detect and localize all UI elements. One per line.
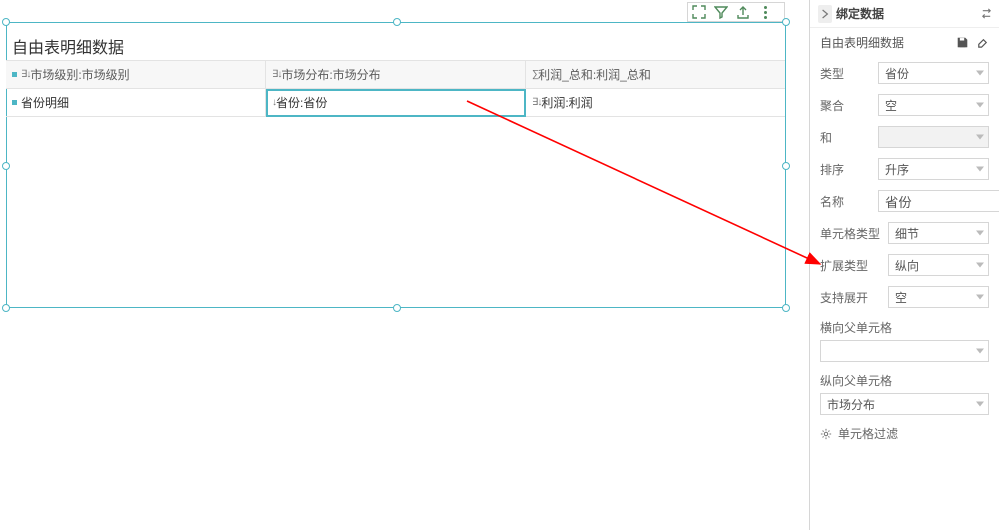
cell-a1-label: 省份明细 (21, 94, 69, 111)
cell-c1-label: 利润:利润 (541, 94, 592, 111)
resize-handle[interactable] (2, 162, 10, 170)
resize-handle[interactable] (782, 304, 790, 312)
resize-handle[interactable] (2, 18, 10, 26)
col-c-label: 利润_总和:利润_总和 (538, 66, 651, 83)
field-expandtype: 扩展类型 纵向 (810, 249, 999, 281)
panel-toolbar (687, 2, 785, 22)
expandtype-value: 纵向 (895, 257, 919, 274)
col-header-c[interactable]: ∑ 利润_总和:利润_总和 (526, 61, 785, 89)
expandtype-label: 扩展类型 (820, 257, 880, 274)
more-icon[interactable] (758, 5, 772, 19)
detail-marker-icon (12, 100, 17, 105)
export-icon[interactable] (736, 5, 750, 19)
save-icon[interactable] (955, 36, 969, 50)
sort-select[interactable]: 升序 (878, 158, 989, 180)
data-grid: ∃↓ 市场级别:市场级别 ∃↓ 市场分布:市场分布 ∑ 利润_总和:利润_总和 … (6, 60, 785, 117)
resize-handle[interactable] (2, 304, 10, 312)
cell-filter-label: 单元格过滤 (838, 425, 898, 442)
field-name: 名称 (810, 185, 999, 217)
resize-handle[interactable] (782, 162, 790, 170)
agg2-select[interactable] (878, 126, 989, 148)
field-agg2: 和 (810, 121, 999, 153)
chevron-down-icon (976, 103, 984, 108)
expandtype-select[interactable]: 纵向 (888, 254, 989, 276)
sort-label: 排序 (820, 161, 870, 178)
filter-icon[interactable] (714, 5, 728, 19)
vparent-label: 纵向父单元格 (810, 366, 999, 391)
col-b-label: 市场分布:市场分布 (281, 66, 380, 83)
vparent-select[interactable]: 市场分布 (820, 393, 989, 415)
type-label: 类型 (820, 65, 870, 82)
sort-value: 升序 (885, 161, 909, 178)
field-sort: 排序 升序 (810, 153, 999, 185)
cell-b1-label: 省份:省份 (276, 94, 327, 111)
field-agg: 聚合 空 (810, 89, 999, 121)
list-sort-icon: ∃↓ (532, 97, 541, 108)
agg2-label: 和 (820, 129, 870, 146)
chevron-down-icon (976, 71, 984, 76)
chevron-down-icon (976, 402, 984, 407)
col-header-a[interactable]: ∃↓ 市场级别:市场级别 (6, 61, 266, 89)
chevron-down-icon (976, 167, 984, 172)
agg-select[interactable]: 空 (878, 94, 989, 116)
erase-icon[interactable] (975, 36, 989, 50)
cell-b1-selected[interactable]: ↓ 省份:省份 (266, 89, 526, 117)
resize-handle[interactable] (393, 18, 401, 26)
panel-header-label: 绑定数据 (836, 5, 884, 22)
celltype-select[interactable]: 细节 (888, 222, 989, 244)
cell-a1[interactable]: 省份明细 (6, 89, 266, 117)
col-header-b[interactable]: ∃↓ 市场分布:市场分布 (266, 61, 526, 89)
field-celltype: 单元格类型 细节 (810, 217, 999, 249)
properties-panel: 绑定数据 自由表明细数据 类型 省份 聚合 空 和 排序 升序 (809, 0, 999, 530)
chevron-down-icon (976, 231, 984, 236)
support-value: 空 (895, 289, 907, 306)
expand-icon[interactable] (692, 5, 706, 19)
data-row: 省份明细 ↓ 省份:省份 ∃↓ 利润:利润 (6, 89, 785, 117)
detail-marker-icon (12, 72, 17, 77)
col-a-label: 市场级别:市场级别 (30, 66, 129, 83)
chevron-down-icon (976, 295, 984, 300)
vparent-value: 市场分布 (827, 396, 875, 413)
celltype-label: 单元格类型 (820, 225, 880, 242)
resize-handle[interactable] (782, 18, 790, 26)
type-select[interactable]: 省份 (878, 62, 989, 84)
support-label: 支持展开 (820, 289, 880, 306)
hparent-label: 横向父单元格 (810, 313, 999, 338)
chevron-down-icon (976, 263, 984, 268)
panel-title: 自由表明细数据 (12, 34, 124, 58)
celltype-value: 细节 (895, 225, 919, 242)
agg-label: 聚合 (820, 97, 870, 114)
agg-value: 空 (885, 97, 897, 114)
chevron-down-icon (976, 349, 984, 354)
collapse-icon[interactable] (818, 5, 832, 23)
name-input[interactable] (878, 190, 999, 212)
type-value: 省份 (885, 65, 909, 82)
list-sort-icon: ∃↓ (21, 69, 30, 80)
list-sort-icon: ∃↓ (272, 69, 281, 80)
cell-filter-link[interactable]: 单元格过滤 (810, 419, 999, 448)
chevron-down-icon (976, 135, 984, 140)
gear-icon (820, 428, 832, 440)
swap-icon[interactable] (979, 7, 993, 21)
support-select[interactable]: 空 (888, 286, 989, 308)
field-type: 类型 省份 (810, 57, 999, 89)
resize-handle[interactable] (393, 304, 401, 312)
panel-header: 绑定数据 (810, 0, 999, 28)
hparent-select[interactable] (820, 340, 989, 362)
datasource-row: 自由表明细数据 (810, 28, 999, 57)
datasource-label: 自由表明细数据 (820, 34, 904, 51)
name-label: 名称 (820, 193, 870, 210)
cell-c1[interactable]: ∃↓ 利润:利润 (526, 89, 785, 117)
header-row: ∃↓ 市场级别:市场级别 ∃↓ 市场分布:市场分布 ∑ 利润_总和:利润_总和 (6, 61, 785, 89)
field-support: 支持展开 空 (810, 281, 999, 313)
